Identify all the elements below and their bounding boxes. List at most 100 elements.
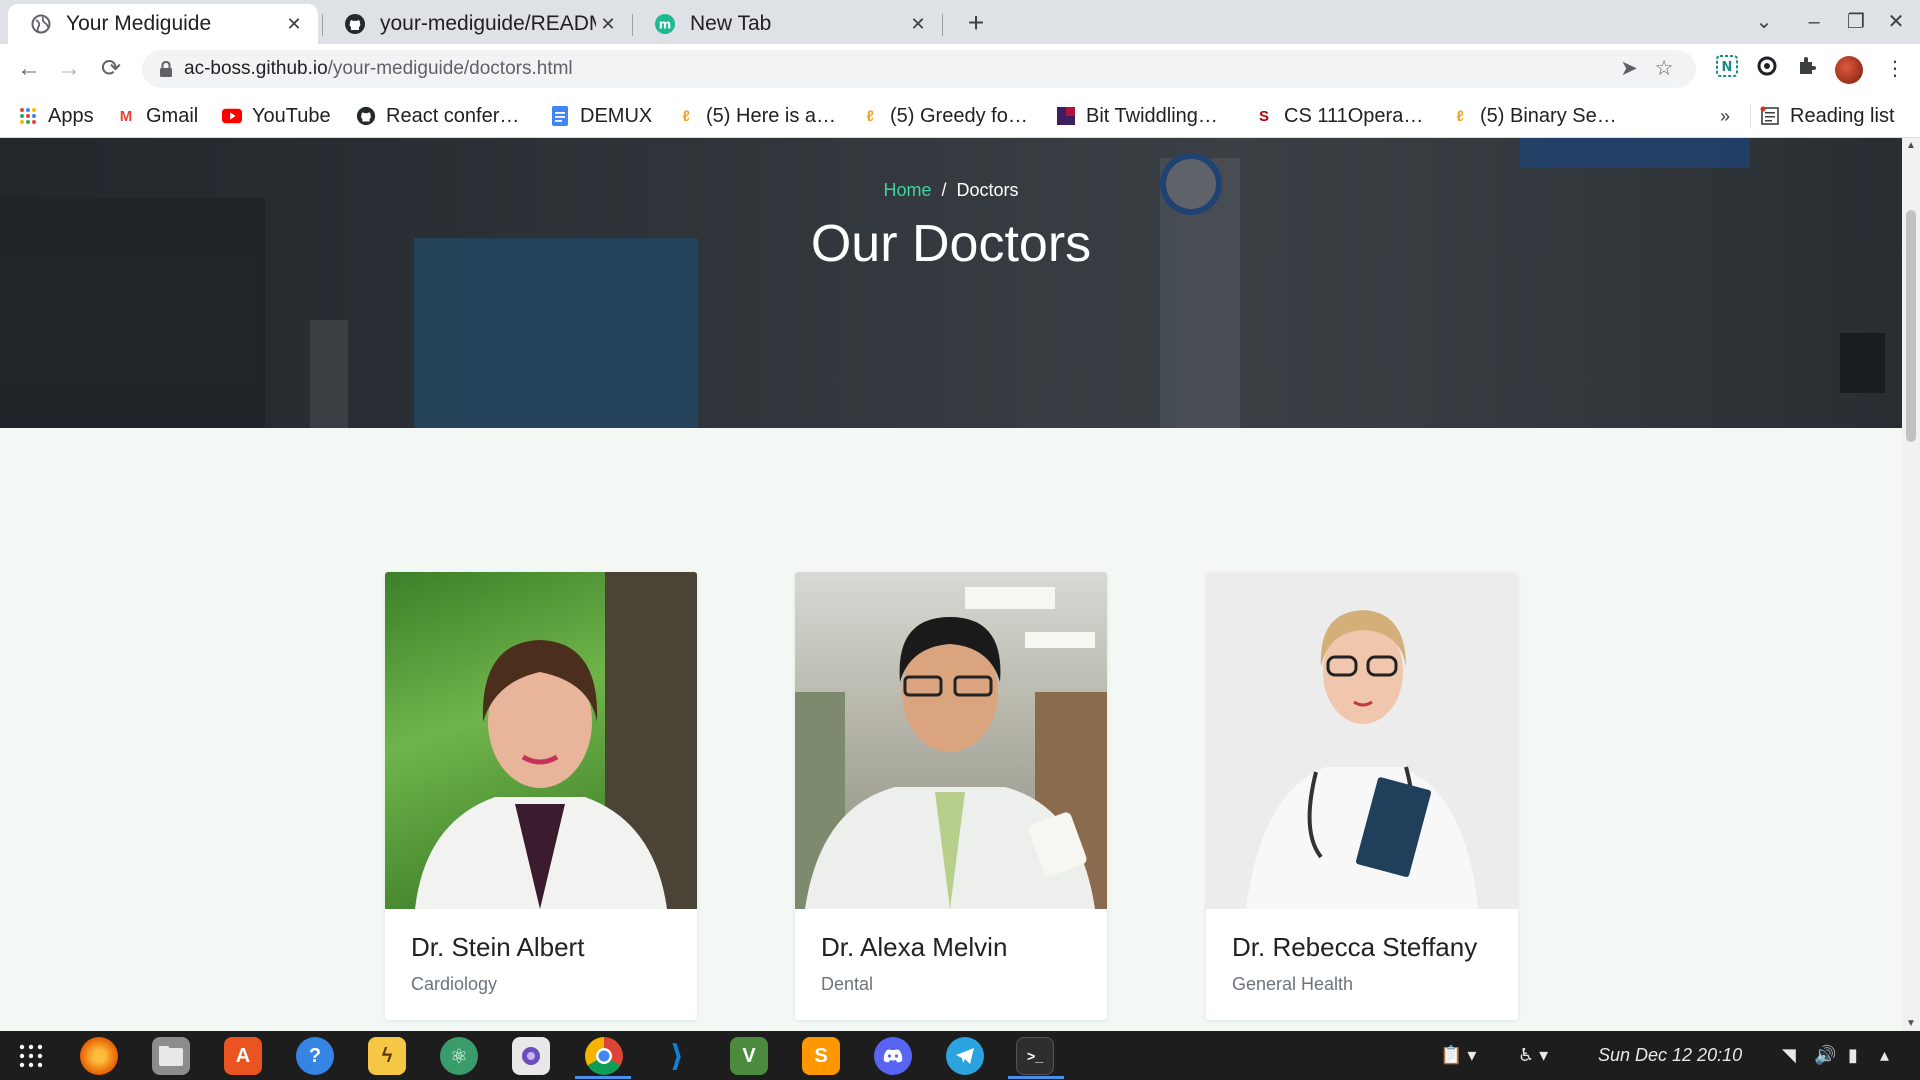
bookmark-label: YouTube (252, 104, 331, 127)
svg-text:m: m (659, 18, 672, 32)
scrollbar-thumb[interactable] (1906, 210, 1916, 442)
breadcrumb-home-link[interactable]: Home (883, 180, 931, 200)
tab-readme[interactable]: your-mediguide/READM ✕ (322, 4, 632, 44)
profile-avatar[interactable] (1835, 56, 1863, 84)
scroll-down-icon[interactable]: ▼ (1902, 1018, 1920, 1029)
pikachu-icon[interactable]: ϟ (368, 1037, 406, 1075)
files-icon[interactable] (152, 1037, 190, 1075)
tab-separator (942, 14, 943, 36)
tab-strip: Your Mediguide ✕ your-mediguide/READM ✕ … (0, 0, 1920, 44)
firefox-icon[interactable] (80, 1037, 118, 1075)
breadcrumb-current: Doctors (956, 180, 1019, 200)
active-app-indicator (575, 1076, 631, 1079)
telegram-icon[interactable] (946, 1037, 984, 1075)
bookmark-cs111[interactable]: S CS 111Opera… (1254, 94, 1423, 138)
bookmark-label: CS 111Opera… (1284, 104, 1424, 127)
address-bar[interactable]: ac-boss.github.io/your-mediguide/doctors… (142, 50, 1696, 88)
vim-icon[interactable]: V (730, 1037, 768, 1075)
tab-new-tab[interactable]: m New Tab ✕ (632, 4, 942, 44)
close-window-icon[interactable]: ✕ (1876, 6, 1916, 38)
bookmark-here-is-a[interactable]: ℓ (5) Here is a… (676, 94, 836, 138)
bookmark-youtube[interactable]: YouTube (222, 94, 331, 138)
tab-title: New Tab (690, 12, 772, 35)
star-icon[interactable]: ☆ (1651, 56, 1677, 82)
send-icon[interactable]: ➤ (1616, 56, 1642, 82)
terminal-icon[interactable]: >_ (1016, 1037, 1054, 1075)
discord-icon[interactable] (874, 1037, 912, 1075)
chrome-icon[interactable] (585, 1037, 623, 1075)
bookmark-label: Gmail (146, 104, 199, 127)
accessibility-icon[interactable]: ♿ ▾ (1518, 1031, 1548, 1080)
tab-title: Your Mediguide (66, 12, 212, 35)
doctor-photo (1206, 572, 1518, 909)
notion-extension-icon[interactable]: N (1712, 54, 1742, 84)
tab-search-icon[interactable]: ⌄ (1744, 6, 1784, 38)
wifi-icon[interactable]: ◥ (1782, 1031, 1796, 1080)
bookmark-bit-twiddling[interactable]: Bit Twiddling… (1056, 94, 1218, 138)
atom-icon[interactable]: ⚛ (440, 1037, 478, 1075)
close-tab-icon[interactable]: ✕ (596, 14, 620, 35)
m-icon: m (654, 13, 676, 35)
screenshot-icon[interactable] (512, 1037, 550, 1075)
more-bookmarks-button[interactable]: » (1720, 94, 1730, 138)
minimize-icon[interactable]: – (1794, 6, 1834, 38)
bookmarks-separator (1750, 104, 1751, 128)
reading-list-button[interactable]: Reading list (1760, 94, 1895, 138)
docs-icon (550, 106, 570, 126)
youtube-icon (222, 106, 242, 126)
url-path: /your-mediguide/doctors.html (327, 58, 573, 79)
bookmark-binary-search[interactable]: ℓ (5) Binary Se… (1450, 94, 1617, 138)
clock[interactable]: Sun Dec 12 20:10 (1598, 1031, 1742, 1080)
leetcode-icon: ℓ (682, 107, 690, 125)
doctor-name: Dr. Alexa Melvin (821, 932, 1008, 962)
sync-extension-icon[interactable] (1752, 54, 1782, 84)
bookmark-label: React confer… (386, 104, 520, 127)
battery-icon[interactable]: ▮ (1848, 1031, 1858, 1080)
doctor-card[interactable]: Dr. Stein Albert Cardiology (385, 572, 697, 1020)
bookmark-apps[interactable]: Apps (18, 94, 94, 138)
close-tab-icon[interactable]: ✕ (906, 14, 930, 35)
leetcode-icon: ℓ (866, 107, 874, 125)
close-tab-icon[interactable]: ✕ (282, 14, 306, 35)
software-center-icon[interactable]: A (224, 1037, 262, 1075)
doctor-name: Dr. Rebecca Steffany (1232, 932, 1478, 962)
new-tab-button[interactable]: + (958, 6, 994, 42)
bookmark-greedy[interactable]: ℓ (5) Greedy fo… (860, 94, 1028, 138)
doctor-photo (795, 572, 1107, 909)
reading-list-label: Reading list (1790, 104, 1895, 127)
github-icon (356, 106, 376, 126)
reload-icon[interactable]: ⟳ (94, 52, 128, 86)
bookmark-demux[interactable]: DEMUX (550, 94, 652, 138)
doctor-card[interactable]: Dr. Rebecca Steffany General Health (1206, 572, 1518, 1020)
bookmark-label: (5) Greedy fo… (890, 104, 1028, 127)
system-menu-icon[interactable]: ▴ (1880, 1031, 1889, 1080)
hero-banner: Home / Doctors Our Doctors (0, 138, 1902, 428)
breadcrumb-separator: / (941, 180, 947, 200)
app-grid-icon[interactable] (12, 1037, 50, 1075)
bookmark-label: (5) Binary Se… (1480, 104, 1617, 127)
apps-grid-icon (18, 106, 38, 126)
back-icon[interactable]: ← (12, 52, 46, 86)
restore-icon[interactable]: ❐ (1836, 6, 1876, 38)
bookmark-label: (5) Here is a… (706, 104, 837, 127)
os-taskbar: A ? ϟ ⚛ ⟩ V S >_ 📋 ▾ ♿ ▾ Sun Dec 12 20:1… (0, 1031, 1920, 1080)
vscode-icon[interactable]: ⟩ (658, 1037, 696, 1075)
bookmark-label: Bit Twiddling… (1086, 104, 1218, 127)
volume-icon[interactable]: 🔊 (1814, 1031, 1836, 1080)
doctor-card[interactable]: Dr. Alexa Melvin Dental (795, 572, 1107, 1020)
clipboard-icon[interactable]: 📋 ▾ (1440, 1031, 1476, 1080)
forward-icon[interactable]: → (52, 52, 86, 86)
doctor-name: Dr. Stein Albert (411, 932, 585, 962)
url-text: ac-boss.github.io/your-mediguide/doctors… (184, 58, 573, 80)
bookmark-gmail[interactable]: M Gmail (116, 94, 198, 138)
active-app-indicator (1008, 1076, 1064, 1079)
help-icon[interactable]: ? (296, 1037, 334, 1075)
globe-icon (30, 13, 52, 35)
extensions-puzzle-icon[interactable] (1792, 54, 1822, 84)
page-scrollbar[interactable]: ▲ ▼ (1902, 138, 1920, 1031)
bookmark-react-conf[interactable]: React confer… (356, 94, 519, 138)
sublime-icon[interactable]: S (802, 1037, 840, 1075)
tab-your-mediguide[interactable]: Your Mediguide ✕ (8, 4, 318, 44)
menu-kebab-icon[interactable]: ⋮ (1880, 54, 1910, 84)
scroll-up-icon[interactable]: ▲ (1902, 140, 1920, 151)
